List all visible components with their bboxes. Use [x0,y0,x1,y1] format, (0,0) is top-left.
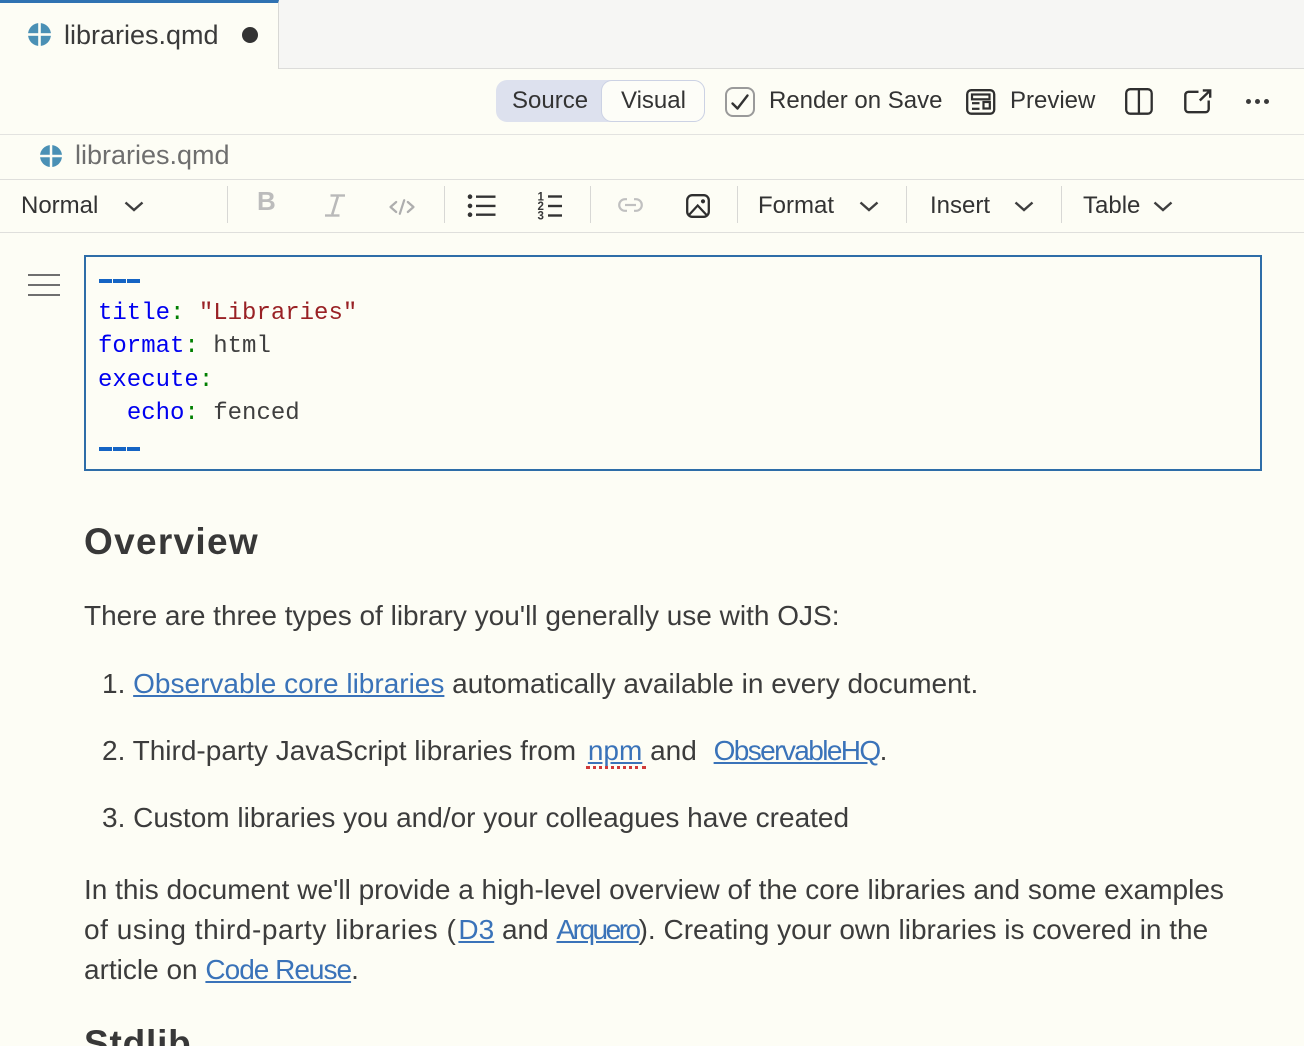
svg-text:3: 3 [538,211,544,222]
